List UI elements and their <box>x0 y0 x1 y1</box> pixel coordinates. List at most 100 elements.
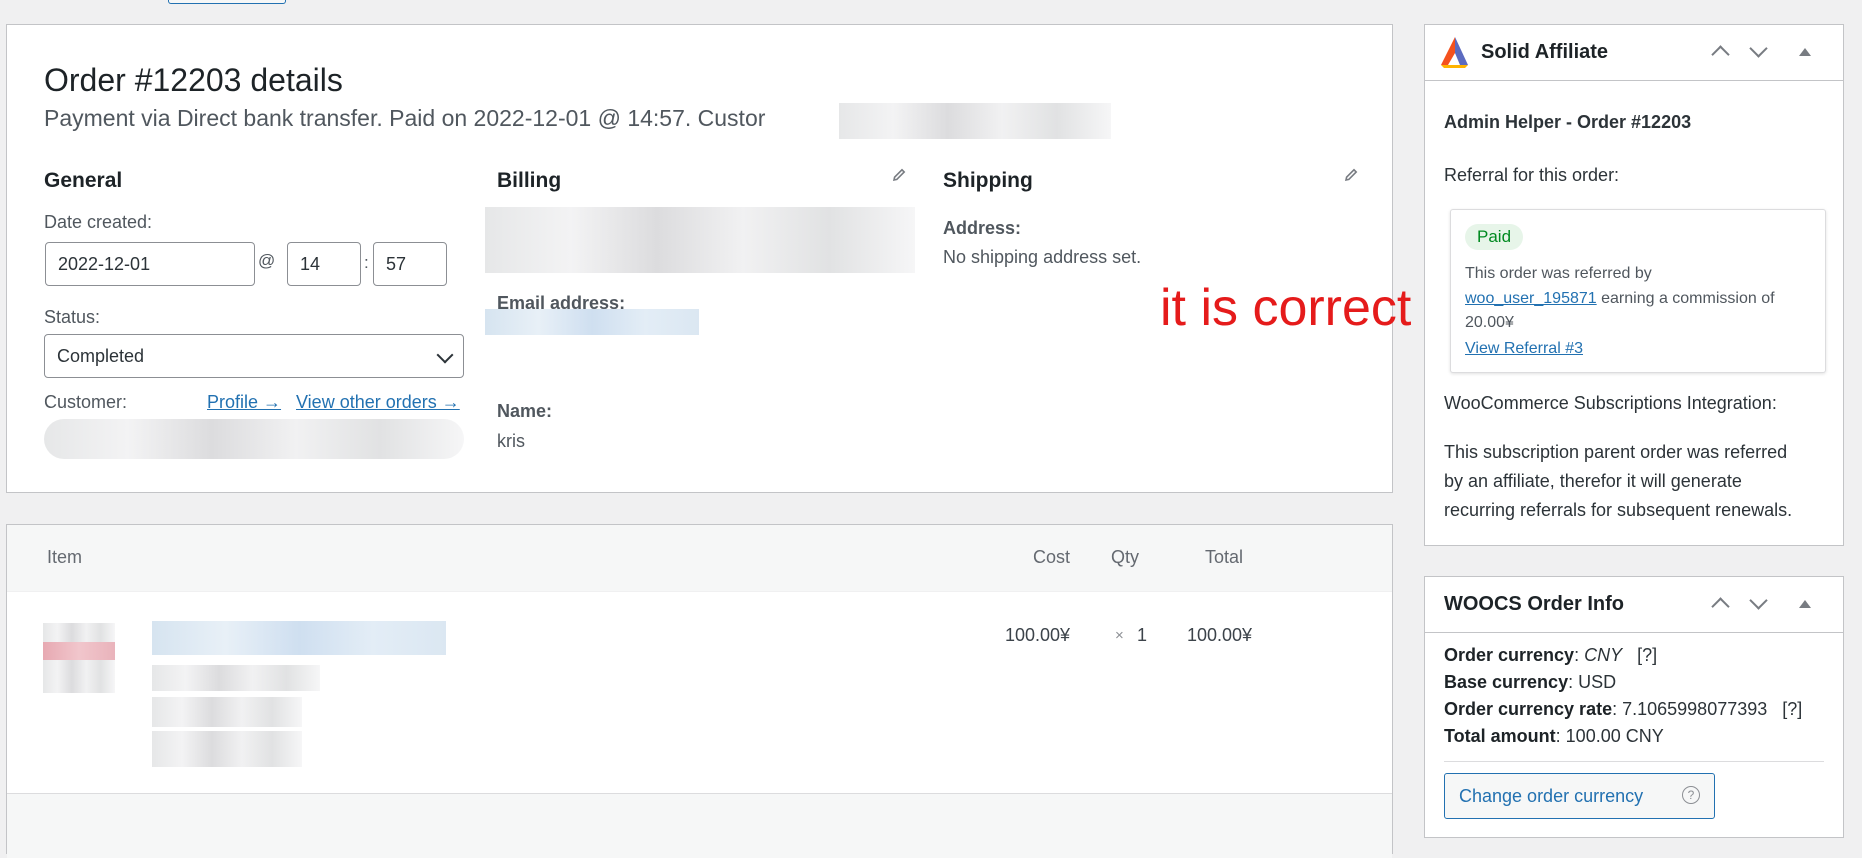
subscriptions-label: WooCommerce Subscriptions Integration: <box>1444 393 1777 413</box>
edit-billing-pencil-icon[interactable] <box>891 167 907 183</box>
subscriptions-text-line-1: This subscription parent order was refer… <box>1444 442 1788 462</box>
status-select[interactable]: Completed <box>44 334 464 378</box>
product-thumbnail-accent-redacted <box>43 642 115 660</box>
woocs-header[interactable]: WOOCS Order Info <box>1425 577 1843 633</box>
triangle-up-icon <box>1799 600 1811 608</box>
referred-by-text: This order was referred by <box>1465 265 1652 282</box>
divider <box>1444 761 1824 762</box>
column-total: Total <box>1205 547 1244 567</box>
customer-select-redacted[interactable] <box>44 419 464 459</box>
triangle-up-icon <box>1799 48 1811 56</box>
order-currency-help-link[interactable]: [?] <box>1637 645 1657 665</box>
at-separator: @ <box>258 251 276 270</box>
date-created-label: Date created: <box>44 212 153 232</box>
total-amount-value: 100.00 CNY <box>1565 726 1664 746</box>
currency-rate-label: Order currency rate <box>1444 699 1613 719</box>
subscriptions-text-line-3: recurring referrals for subsequent renew… <box>1444 500 1793 520</box>
solid-affiliate-title: Solid Affiliate <box>1481 41 1609 63</box>
shipping-address-value: No shipping address set. <box>943 247 1142 267</box>
order-currency-value: CNY <box>1584 645 1623 665</box>
order-subtitle: Payment via Direct bank transfer. Paid o… <box>44 105 766 131</box>
total-amount-label: Total amount <box>1444 726 1556 746</box>
base-currency-row: Base currency: USD <box>1444 672 1617 692</box>
items-footer <box>7 793 1392 858</box>
order-title: Order #12203 details <box>44 62 343 98</box>
billing-address-redacted <box>485 207 915 273</box>
admin-helper-title: Admin Helper - Order #12203 <box>1444 112 1692 132</box>
billing-email-label: Email address: <box>497 293 626 309</box>
chevron-down-icon <box>1749 39 1768 58</box>
currency-rate-row: Order currency rate: 7.1065998077393 [?] <box>1444 699 1803 719</box>
date-created-input[interactable]: 2022-12-01 <box>45 242 255 286</box>
row-qty-prefix: × <box>1115 627 1124 644</box>
date-value: 2022-12-01 <box>58 253 151 274</box>
solid-affiliate-box: Solid Affiliate Admin Helper - Order #12… <box>1424 24 1844 546</box>
product-meta-redacted-1 <box>152 665 320 691</box>
edit-shipping-pencil-icon[interactable] <box>1343 167 1359 183</box>
annotation-text: it is correct <box>1160 279 1412 337</box>
chevron-down-icon <box>1749 591 1768 610</box>
billing-email-redacted[interactable] <box>485 309 699 335</box>
view-other-orders-link[interactable]: View other orders → <box>296 392 460 413</box>
status-badge: Paid <box>1465 224 1524 250</box>
hour-value: 14 <box>300 253 321 274</box>
top-button-stub[interactable] <box>168 0 286 4</box>
column-cost: Cost <box>1033 547 1071 567</box>
product-meta-redacted-2 <box>152 697 302 727</box>
billing-name-value: kris <box>497 431 525 451</box>
currency-rate-help-link[interactable]: [?] <box>1782 699 1802 719</box>
toggle-panel-button[interactable] <box>1792 39 1818 65</box>
solid-affiliate-header[interactable]: Solid Affiliate <box>1425 25 1843 81</box>
order-items-panel: Item Cost Qty Total 100.00¥ × 1 100.00¥ <box>6 524 1393 858</box>
woocs-order-info-box: WOOCS Order Info Order currency: CNY [?]… <box>1424 576 1844 838</box>
view-referral-link[interactable]: View Referral #3 <box>1465 340 1583 358</box>
column-item: Item <box>47 547 83 567</box>
row-total: 100.00¥ <box>1187 625 1253 645</box>
order-details-panel: Order #12203 details Payment via Direct … <box>6 24 1393 493</box>
commission-value: 20.00¥ <box>1465 314 1514 331</box>
chevron-up-icon <box>1711 597 1730 616</box>
minute-value: 57 <box>386 253 407 274</box>
solid-affiliate-logo-icon <box>1441 37 1468 68</box>
redacted-customer-info <box>839 103 1111 139</box>
order-currency-label: Order currency <box>1444 645 1575 665</box>
referral-commission-line: woo_user_195871 earning a commission of <box>1465 290 1775 308</box>
help-circle-icon[interactable]: ? <box>1682 786 1700 804</box>
hour-input[interactable]: 14 <box>287 242 361 286</box>
minute-input[interactable]: 57 <box>373 242 447 286</box>
base-currency-value: USD <box>1578 672 1617 692</box>
status-label: Status: <box>44 307 101 327</box>
customer-label: Customer: <box>44 392 128 412</box>
change-order-currency-button[interactable]: Change order currency ? <box>1444 773 1715 819</box>
customer-profile-link[interactable]: Profile → <box>207 392 281 413</box>
items-table-header: Item Cost Qty Total <box>7 525 1392 592</box>
base-currency-label: Base currency <box>1444 672 1569 692</box>
subscriptions-text-line-2: by an affiliate, therefor it will genera… <box>1444 471 1742 491</box>
affiliate-user-link[interactable]: woo_user_195871 <box>1465 290 1597 307</box>
row-qty: 1 <box>1137 625 1148 645</box>
earning-text: earning a commission of <box>1596 290 1775 307</box>
toggle-panel-button[interactable] <box>1792 591 1818 617</box>
currency-rate-value: 7.1065998077393 <box>1622 699 1768 719</box>
move-up-button[interactable] <box>1707 39 1733 65</box>
column-qty: Qty <box>1111 547 1140 567</box>
row-cost: 100.00¥ <box>1005 625 1071 645</box>
billing-name-label: Name: <box>497 401 553 421</box>
move-up-button[interactable] <box>1707 591 1733 617</box>
order-currency-row: Order currency: CNY [?] <box>1444 645 1658 665</box>
referral-label: Referral for this order: <box>1444 165 1620 185</box>
product-name-redacted[interactable] <box>152 621 446 655</box>
move-down-button[interactable] <box>1745 39 1771 65</box>
chevron-up-icon <box>1711 45 1730 64</box>
woocs-title: WOOCS Order Info <box>1444 593 1624 615</box>
total-amount-row: Total amount: 100.00 CNY <box>1444 726 1664 746</box>
view-referral-text[interactable]: View Referral #3 <box>1465 340 1583 357</box>
product-meta-redacted-4 <box>152 747 302 767</box>
general-heading: General <box>44 169 123 192</box>
referral-card: Paid This order was referred by woo_user… <box>1450 209 1826 373</box>
chevron-down-icon <box>436 346 454 364</box>
change-order-currency-label: Change order currency <box>1459 785 1644 806</box>
move-down-button[interactable] <box>1745 591 1771 617</box>
billing-heading: Billing <box>497 169 562 192</box>
status-value: Completed <box>57 345 145 366</box>
